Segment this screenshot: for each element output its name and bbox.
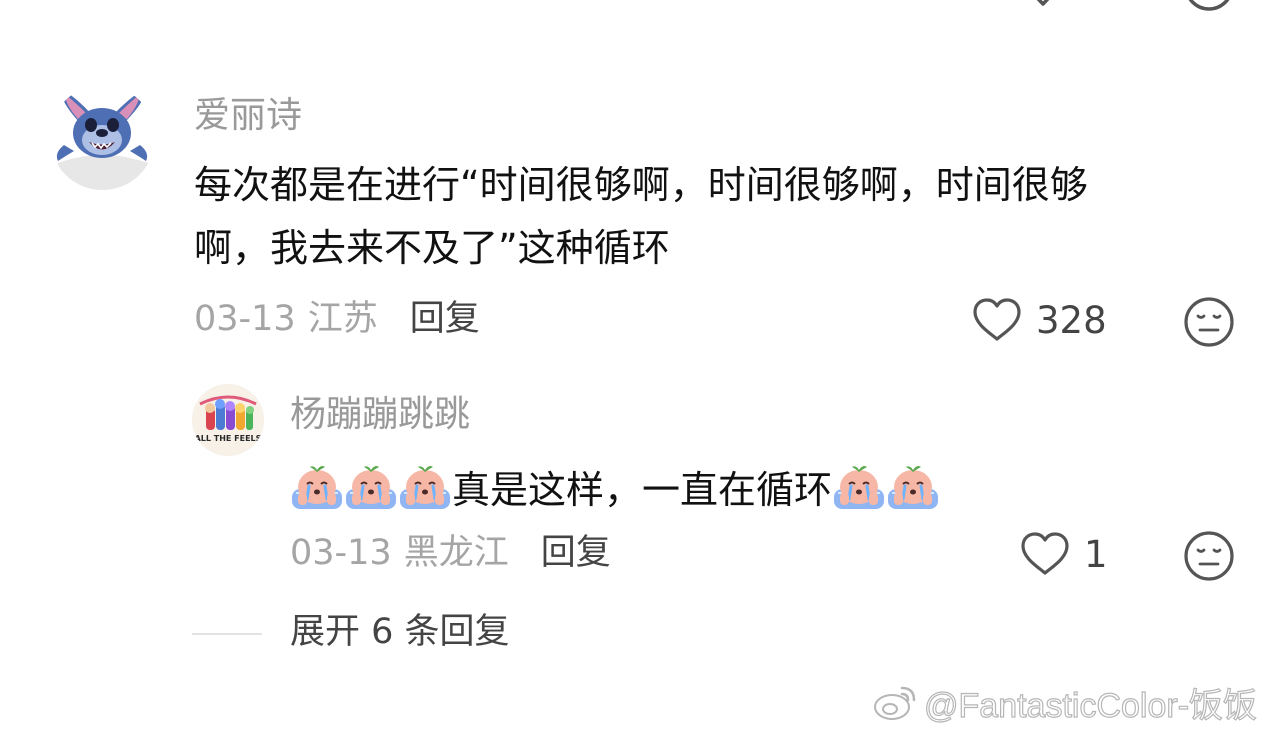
reply-region: 黑龙江 (403, 533, 509, 573)
weibo-logo-icon (874, 686, 916, 720)
crying-peach-emoji (292, 466, 342, 509)
crying-peach-emoji (834, 466, 885, 509)
comment-username[interactable]: 爱丽诗 (194, 98, 302, 134)
comment-region: 江苏 (307, 299, 378, 339)
stitch-avatar (50, 85, 155, 190)
neutral-face-icon[interactable] (1183, 0, 1235, 12)
reply-button[interactable]: 回复 (541, 536, 611, 571)
heart-outline-icon[interactable] (1018, 0, 1068, 8)
reply-date: 03-13 (290, 533, 392, 573)
comment-text-line-1: 每次都是在进行“时间很够啊，时间很够啊，时间很够 (194, 163, 1088, 207)
reply-username[interactable]: 杨蹦蹦跳跳 (290, 397, 470, 433)
heart-outline-icon (973, 298, 1021, 341)
comment-date: 03-13 (194, 299, 296, 339)
divider (192, 633, 262, 635)
crying-peach-emoji (888, 466, 939, 509)
avatar[interactable] (50, 85, 155, 190)
reply-text: 真是这样，一直在循环 (452, 467, 833, 512)
expand-replies-button[interactable]: 展开 6 条回复 (290, 615, 510, 650)
crying-peach-emoji (346, 466, 396, 509)
comment-text-line-2: 啊，我去来不及了”这种循环 (194, 226, 670, 270)
reply-button[interactable]: 回复 (410, 302, 480, 337)
group-illustration-avatar: ALL THE FEELS (192, 384, 264, 456)
avatar-sticker-text: ALL THE FEELS (195, 434, 262, 443)
watermark: @FantasticColor-饭饭 (872, 682, 1258, 725)
neutral-face-icon[interactable] (1183, 296, 1235, 348)
like-button[interactable]: 328 (970, 296, 1107, 344)
reply-meta: 03-13 黑龙江 回复 (290, 536, 611, 571)
reply-avatar[interactable]: ALL THE FEELS (192, 384, 264, 456)
reply-like-button[interactable]: 1 (1018, 530, 1108, 578)
neutral-face-icon[interactable] (1183, 530, 1235, 582)
crying-peach-emoji (400, 466, 450, 509)
reply-text-line: 真是这样，一直在循环 (290, 456, 940, 516)
comment-meta: 03-13 江苏 回复 (194, 302, 480, 337)
heart-outline-icon (1021, 532, 1069, 575)
like-count: 328 (1036, 298, 1107, 342)
like-count: 1 (1084, 532, 1108, 576)
watermark-text: @FantasticColor-饭饭 (923, 686, 1258, 725)
